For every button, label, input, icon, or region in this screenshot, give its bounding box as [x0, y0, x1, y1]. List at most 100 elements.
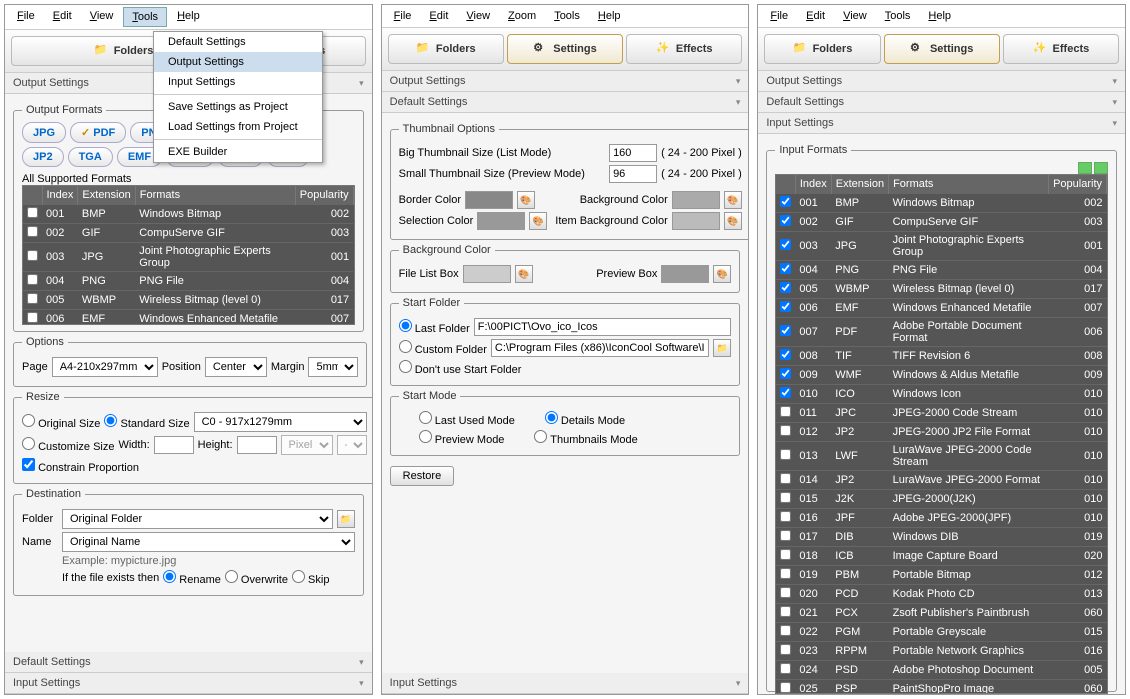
table-row[interactable]: 023RPPMPortable Network Graphics016: [776, 642, 1106, 661]
menu-zoom-2[interactable]: Zoom: [500, 7, 544, 25]
table-row[interactable]: 025PSPPaintShopPro Image060: [776, 680, 1106, 695]
custom-folder-input[interactable]: [491, 339, 709, 357]
radio-standard[interactable]: [104, 414, 117, 427]
table-row[interactable]: 022PGMPortable Greyscale015: [776, 623, 1106, 642]
big-thumb-input[interactable]: [609, 144, 657, 162]
radio-rename[interactable]: [163, 570, 176, 583]
menu-edit-3[interactable]: Edit: [798, 7, 833, 25]
row-check[interactable]: [780, 301, 791, 312]
table-row[interactable]: 018ICBImage Capture Board020: [776, 547, 1106, 566]
row-check[interactable]: [780, 425, 791, 436]
menu-item-default-settings[interactable]: Default Settings: [154, 32, 322, 52]
name-select[interactable]: Original Name: [62, 532, 355, 552]
radio-last-used[interactable]: [419, 411, 432, 424]
table-row[interactable]: 014JP2LuraWave JPEG-2000 Format010: [776, 471, 1106, 490]
menu-help-3[interactable]: Help: [920, 7, 959, 25]
menu-item-output-settings[interactable]: Output Settings: [154, 52, 322, 72]
itembg-color-button[interactable]: 🎨: [724, 212, 742, 230]
row-check[interactable]: [780, 663, 791, 674]
menu-item-load-settings-from-project[interactable]: Load Settings from Project: [154, 117, 322, 137]
row-check[interactable]: [27, 226, 38, 237]
sel-color-button[interactable]: 🎨: [529, 212, 547, 230]
section-default-1[interactable]: Default Settings▾: [5, 652, 372, 673]
menu-help-2[interactable]: Help: [590, 7, 629, 25]
row-check[interactable]: [780, 196, 791, 207]
table-row[interactable]: 020PCDKodak Photo CD013: [776, 585, 1106, 604]
row-check[interactable]: [780, 282, 791, 293]
table-row[interactable]: 010ICOWindows Icon010: [776, 385, 1106, 404]
radio-details[interactable]: [545, 411, 558, 424]
section-input-3[interactable]: Input Settings▾: [758, 113, 1125, 134]
tab-settings-2[interactable]: ⚙Settings: [507, 34, 623, 64]
margin-select[interactable]: 5mm: [308, 357, 358, 377]
table-row[interactable]: 001BMPWindows Bitmap002: [23, 205, 353, 224]
table-row[interactable]: 017DIBWindows DIB019: [776, 528, 1106, 547]
ratio-select[interactable]: -: [337, 435, 367, 455]
table-row[interactable]: 006EMFWindows Enhanced Metafile007: [23, 310, 353, 326]
tab-folders-3[interactable]: 📁Folders: [764, 34, 880, 64]
radio-custom-folder[interactable]: [399, 340, 412, 353]
section-output-2[interactable]: Output Settings▾: [382, 71, 749, 92]
menu-view-3[interactable]: View: [835, 7, 875, 25]
table-row[interactable]: 016JPFAdobe JPEG-2000(JPF)010: [776, 509, 1106, 528]
row-check[interactable]: [27, 250, 38, 261]
row-check[interactable]: [780, 682, 791, 693]
section-output-3[interactable]: Output Settings▾: [758, 71, 1125, 92]
section-input-2[interactable]: Input Settings▾: [382, 673, 749, 694]
tab-effects-3[interactable]: ✨Effects: [1003, 34, 1119, 64]
menu-tools[interactable]: Tools: [123, 7, 167, 27]
table-row[interactable]: 004PNGPNG File004: [776, 261, 1106, 280]
table-row[interactable]: 003JPGJoint Photographic Experts Group00…: [776, 232, 1106, 261]
table-row[interactable]: 006EMFWindows Enhanced Metafile007: [776, 299, 1106, 318]
format-pdf[interactable]: ✓PDF: [70, 122, 126, 143]
browse-custom-button[interactable]: 📁: [713, 339, 731, 357]
row-check[interactable]: [780, 325, 791, 336]
menu-view-2[interactable]: View: [458, 7, 498, 25]
row-check[interactable]: [780, 387, 791, 398]
row-check[interactable]: [780, 349, 791, 360]
table-row[interactable]: 007PDFAdobe Portable Document Format006: [776, 318, 1106, 347]
table-row[interactable]: 019PBMPortable Bitmap012: [776, 566, 1106, 585]
radio-last-folder[interactable]: [399, 319, 412, 332]
constrain-check[interactable]: [22, 458, 35, 471]
row-check[interactable]: [780, 511, 791, 522]
row-check[interactable]: [780, 473, 791, 484]
table-row[interactable]: 005WBMPWireless Bitmap (level 0)017: [23, 291, 353, 310]
format-jp2[interactable]: JP2: [22, 147, 64, 167]
table-row[interactable]: 011JPCJPEG-2000 Code Stream010: [776, 404, 1106, 423]
table-row[interactable]: 003JPGJoint Photographic Experts Group00…: [23, 243, 353, 272]
table-row[interactable]: 002GIFCompuServe GIF003: [23, 224, 353, 243]
row-check[interactable]: [27, 274, 38, 285]
last-folder-input[interactable]: [474, 318, 732, 336]
row-check[interactable]: [780, 625, 791, 636]
row-check[interactable]: [780, 644, 791, 655]
row-check[interactable]: [27, 293, 38, 304]
table-row[interactable]: 001BMPWindows Bitmap002: [776, 194, 1106, 213]
row-check[interactable]: [780, 492, 791, 503]
radio-overwrite[interactable]: [225, 570, 238, 583]
flb-color-button[interactable]: 🎨: [515, 265, 533, 283]
row-check[interactable]: [780, 239, 791, 250]
table-row[interactable]: 015J2KJPEG-2000(J2K)010: [776, 490, 1106, 509]
section-default-3[interactable]: Default Settings▾: [758, 92, 1125, 113]
menu-tools-3[interactable]: Tools: [877, 7, 919, 25]
menu-help[interactable]: Help: [169, 7, 208, 27]
unit-select[interactable]: Pixel: [281, 435, 333, 455]
position-select[interactable]: Center: [205, 357, 267, 377]
browse-folder-button[interactable]: 📁: [337, 510, 355, 528]
row-check[interactable]: [780, 215, 791, 226]
radio-skip[interactable]: [292, 570, 305, 583]
page-select[interactable]: A4-210x297mm: [52, 357, 158, 377]
tab-effects-2[interactable]: ✨Effects: [626, 34, 742, 64]
row-check[interactable]: [780, 568, 791, 579]
width-input[interactable]: [154, 436, 194, 454]
menu-view[interactable]: View: [82, 7, 122, 27]
tab-settings-3[interactable]: ⚙Settings: [884, 34, 1000, 64]
section-input-1[interactable]: Input Settings▾: [5, 673, 372, 694]
folder-select[interactable]: Original Folder: [62, 509, 333, 529]
row-check[interactable]: [27, 312, 38, 323]
row-check[interactable]: [780, 549, 791, 560]
table-row[interactable]: 021PCXZsoft Publisher's Paintbrush060: [776, 604, 1106, 623]
section-default-2[interactable]: Default Settings▾: [382, 92, 749, 113]
bg-color-button[interactable]: 🎨: [724, 191, 742, 209]
